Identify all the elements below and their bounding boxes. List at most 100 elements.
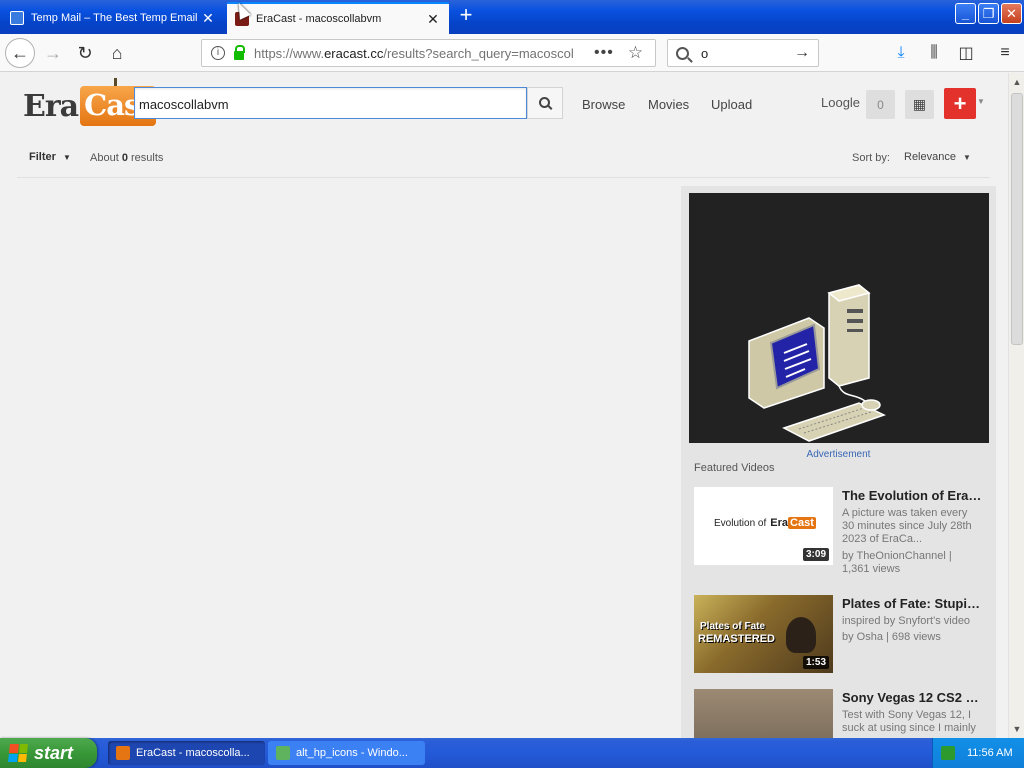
site-search-button[interactable] <box>527 87 563 119</box>
tab-eracast[interactable]: EraCast - macoscollabvm ✕ <box>227 2 449 34</box>
header-divider <box>17 177 990 178</box>
video-byline: by TheOnionChannel | 1,361 views <box>842 550 952 575</box>
search-icon <box>676 46 689 60</box>
start-button[interactable]: start <box>0 738 97 768</box>
home-button[interactable]: ⌂ <box>102 38 132 68</box>
featured-video-item[interactable]: Sony Vegas 12 CS2 Tutorial Test with Son… <box>694 689 994 738</box>
video-title[interactable]: Plates of Fate: Stupid Remastered <box>842 596 985 611</box>
network-icon[interactable] <box>941 746 955 760</box>
sort-dropdown[interactable]: Relevance ▼ <box>904 151 971 163</box>
video-thumbnail[interactable]: Plates of Fate REMASTERED 1:53 <box>694 595 833 673</box>
lock-icon <box>234 44 245 60</box>
video-duration: 1:53 <box>802 656 829 669</box>
minimize-button[interactable]: _ <box>955 3 976 24</box>
windows-taskbar: start EraCast - macoscolla... alt_hp_ico… <box>0 738 1024 768</box>
nav-movies[interactable]: Movies <box>648 97 689 112</box>
site-header: Era Cast macoscollabvm Browse Movies Upl… <box>0 73 1008 179</box>
upload-plus-button[interactable]: + <box>944 88 976 119</box>
filter-dropdown[interactable]: Filter ▼ <box>29 151 71 163</box>
search-icon <box>538 96 550 108</box>
video-description: A picture was taken every 30 minutes sin… <box>842 507 972 545</box>
nav-browse[interactable]: Browse <box>582 97 625 112</box>
url-prefix: https://www. <box>254 45 325 61</box>
results-count: About 0 results <box>90 152 163 164</box>
featured-video-item[interactable]: Evolution of Era Cast 3:09 The Evolution… <box>694 487 994 577</box>
thumb-text: Era <box>770 517 789 529</box>
scrollbar-thumb[interactable] <box>1011 93 1023 345</box>
thumb-text: Cast <box>788 517 816 529</box>
sidebar: Advertisement Featured Videos Evolution … <box>681 186 996 738</box>
scroll-up-icon[interactable]: ▲ <box>1010 75 1024 89</box>
reload-button[interactable]: ↻ <box>70 38 100 68</box>
video-title[interactable]: The Evolution of EraCast <box>842 488 985 503</box>
url-text[interactable]: https://www.eracast.cc/results?search_qu… <box>254 46 574 61</box>
advertisement-image[interactable] <box>689 193 989 443</box>
sort-value: Relevance <box>904 151 956 163</box>
clock[interactable]: 11:56 AM <box>967 747 1013 759</box>
start-label: start <box>34 742 74 763</box>
browser-titlebar: Temp Mail – The Best Temp Email Service … <box>0 0 1024 34</box>
featured-video-item[interactable]: Plates of Fate REMASTERED 1:53 Plates of… <box>694 595 994 685</box>
restore-button[interactable]: ❐ <box>978 3 999 24</box>
download-icon[interactable]: ⤓ <box>890 43 912 63</box>
nav-upload[interactable]: Upload <box>711 97 752 112</box>
tab-temp-mail[interactable]: Temp Mail – The Best Temp Email Service … <box>2 2 224 34</box>
address-bar[interactable]: i https://www.eracast.cc/results?search_… <box>201 39 656 67</box>
close-icon[interactable]: ✕ <box>425 11 441 27</box>
filter-label: Filter <box>29 151 56 163</box>
caret-down-icon: ▼ <box>963 153 971 162</box>
page-viewport: Era Cast macoscollabvm Browse Movies Upl… <box>0 73 1008 738</box>
taskbar-item-label: alt_hp_icons - Windo... <box>296 747 408 759</box>
tab-title: EraCast - macoscollabvm <box>256 13 382 25</box>
site-search-input[interactable]: macoscollabvm <box>134 87 527 119</box>
results-prefix: About <box>90 152 122 164</box>
video-duration: 3:09 <box>802 548 829 561</box>
apps-grid-icon[interactable]: ▦ <box>905 90 934 119</box>
filter-bar: Filter ▼ About 0 results Sort by: Releva… <box>0 145 1008 179</box>
back-button[interactable]: ← <box>5 38 35 68</box>
new-tab-button[interactable]: + <box>454 4 478 28</box>
scroll-down-icon[interactable]: ▼ <box>1010 722 1024 736</box>
video-thumbnail[interactable] <box>694 689 833 738</box>
sort-label: Sort by: <box>852 152 890 164</box>
url-domain: eracast.cc <box>324 45 384 61</box>
bookmark-star-icon[interactable]: ☆ <box>628 43 643 63</box>
notification-count[interactable]: 0 <box>866 90 895 119</box>
thumb-text: REMASTERED <box>698 633 776 645</box>
video-description: inspired by Snyfort's video <box>842 615 971 627</box>
firefox-icon <box>116 746 130 760</box>
video-description: Test with Sony Vegas 12, I suck at using… <box>842 709 976 734</box>
arrow-right-icon[interactable]: → <box>794 44 810 62</box>
taskbar-item-eracast[interactable]: EraCast - macoscolla... <box>108 741 265 765</box>
video-title[interactable]: Sony Vegas 12 CS2 Tutorial <box>842 690 985 705</box>
video-thumbnail[interactable]: Evolution of Era Cast 3:09 <box>694 487 833 565</box>
advertisement-link[interactable]: Advertisement <box>681 449 996 460</box>
sidebar-icon[interactable]: ◫ <box>955 43 977 63</box>
url-path: /results?search_query=macoscollabvm <box>383 45 574 61</box>
retro-computer-icon <box>689 193 989 443</box>
taskbar-item-icons[interactable]: alt_hp_icons - Windo... <box>268 741 425 765</box>
thumbnail-caption: Evolution of Era Cast <box>714 517 816 529</box>
info-icon[interactable]: i <box>211 46 225 60</box>
caret-down-icon[interactable]: ▼ <box>977 97 985 106</box>
library-icon[interactable]: ⫼ <box>923 43 945 63</box>
results-suffix: results <box>127 152 164 164</box>
thumbnail-figure <box>786 617 816 653</box>
forward-button[interactable]: → <box>38 38 68 68</box>
page-actions-icon[interactable]: ••• <box>594 44 614 62</box>
thumb-text: Plates of Fate <box>700 621 766 632</box>
browser-search-input[interactable]: o → <box>667 39 819 67</box>
video-byline: by Osha | 698 views <box>842 631 941 643</box>
page-scrollbar[interactable]: ▲ ▼ <box>1008 73 1024 738</box>
close-window-button[interactable]: ✕ <box>1001 3 1022 24</box>
thumb-text: Evolution of <box>714 517 767 529</box>
tab-title: Temp Mail – The Best Temp Email Service <box>31 12 200 24</box>
browser-search-value[interactable]: o <box>701 46 794 61</box>
featured-videos-heading: Featured Videos <box>694 462 775 474</box>
logo-era-text: Era <box>23 88 79 124</box>
image-viewer-icon <box>276 746 290 760</box>
menu-icon[interactable]: ≡ <box>994 43 1016 63</box>
system-tray: 11:56 AM <box>932 738 1024 768</box>
close-icon[interactable]: ✕ <box>200 10 216 26</box>
login-link[interactable]: Loogle <box>821 95 860 110</box>
